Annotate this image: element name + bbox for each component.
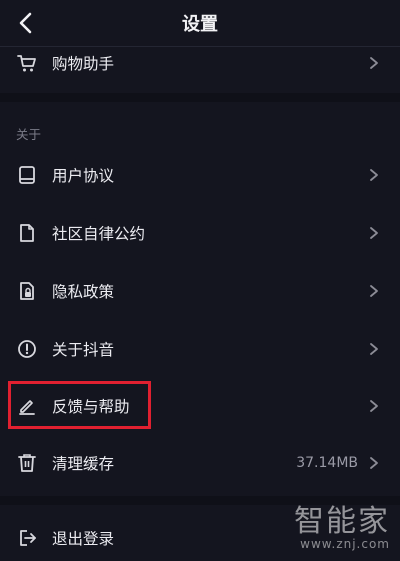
watermark: 智能家 www.znj.com — [294, 504, 390, 552]
settings-item-clear-cache[interactable]: 清理缓存 37.14MB — [0, 441, 400, 485]
chevron-right-icon — [370, 57, 378, 69]
settings-item-shopping-helper[interactable]: 购物助手 — [0, 41, 400, 85]
settings-item-label: 购物助手 — [52, 55, 115, 73]
settings-item-label: 社区自律公约 — [52, 225, 146, 243]
settings-item-label: 隐私政策 — [52, 283, 115, 301]
cache-size: 37.14MB — [296, 455, 358, 471]
settings-item-privacy-policy[interactable]: 隐私政策 — [0, 269, 400, 313]
book-icon — [16, 164, 38, 186]
chevron-right-icon — [370, 343, 378, 355]
highlight-box — [8, 381, 151, 429]
settings-item-user-agreement[interactable]: 用户协议 — [0, 153, 400, 197]
settings-item-label: 用户协议 — [52, 167, 115, 185]
section-separator — [0, 93, 400, 102]
chevron-right-icon — [370, 285, 378, 297]
settings-item-label: 关于抖音 — [52, 341, 115, 359]
document-icon — [16, 222, 38, 244]
info-icon — [16, 338, 38, 360]
settings-item-label: 清理缓存 — [52, 455, 115, 473]
logout-icon — [16, 527, 38, 549]
page-title: 设置 — [182, 14, 218, 35]
settings-item-community-guidelines[interactable]: 社区自律公约 — [0, 211, 400, 255]
chevron-left-icon — [19, 12, 32, 34]
chevron-right-icon — [370, 227, 378, 239]
chevron-right-icon — [370, 457, 378, 469]
settings-item-about-douyin[interactable]: 关于抖音 — [0, 327, 400, 371]
section-header-about: 关于 — [16, 127, 42, 142]
settings-item-label: 退出登录 — [52, 530, 115, 548]
watermark-url: www.znj.com — [300, 537, 390, 551]
watermark-brand: 智能家 — [294, 504, 390, 539]
trash-icon — [16, 452, 38, 474]
chevron-right-icon — [370, 169, 378, 181]
cart-icon — [16, 52, 38, 74]
back-button[interactable] — [12, 9, 40, 37]
chevron-right-icon — [370, 400, 378, 412]
top-bar: 设置 — [0, 0, 400, 46]
lock-document-icon — [16, 280, 38, 302]
